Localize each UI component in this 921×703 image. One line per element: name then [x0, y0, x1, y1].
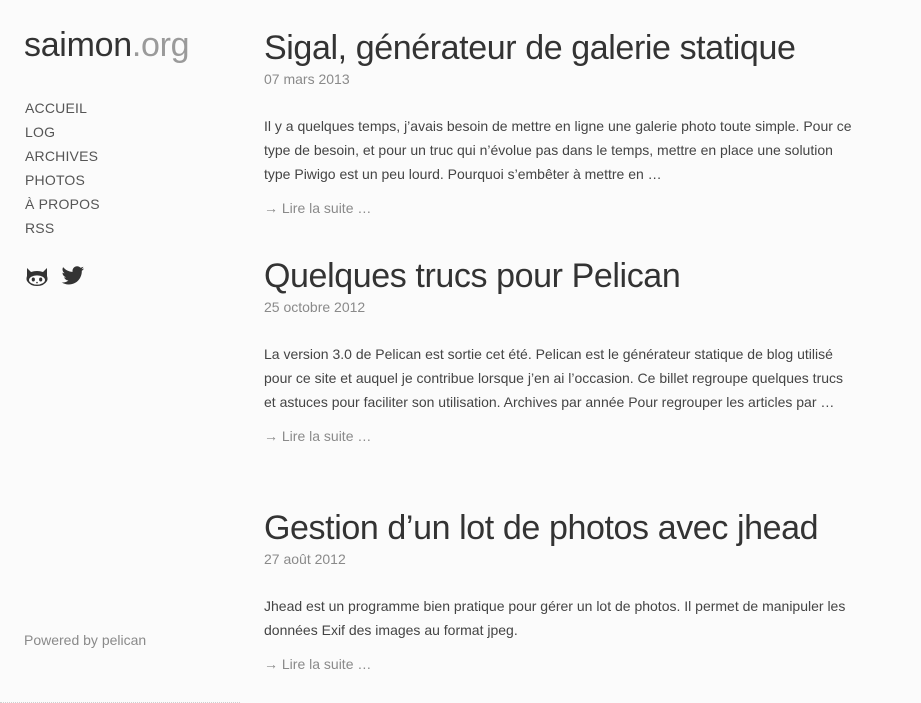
read-more-link[interactable]: → Lire la suite …: [264, 198, 904, 218]
article-title[interactable]: Sigal, générateur de galerie statique: [264, 28, 904, 68]
nav-item-log[interactable]: LOG: [25, 120, 100, 144]
powered-by-text: Powered by: [24, 632, 102, 648]
article-date: 07 mars 2013: [264, 71, 350, 87]
site-title-link[interactable]: saimon.org: [24, 26, 190, 64]
nav-item-rss[interactable]: RSS: [25, 216, 100, 240]
nav-item-archives[interactable]: ARCHIVES: [25, 144, 100, 168]
nav-item-accueil[interactable]: ACCUEIL: [25, 96, 100, 120]
github-icon[interactable]: [25, 265, 49, 287]
nav-item-photos[interactable]: PHOTOS: [25, 168, 100, 192]
site-tld: .org: [131, 26, 190, 64]
page: saimon.org ACCUEIL LOG ARCHIVES PHOTOS À…: [0, 0, 921, 703]
article-summary: Jhead est un programme bien pratique pou…: [264, 598, 846, 638]
article: Gestion d’un lot de photos avec jhead 27…: [264, 508, 904, 674]
pelican-link[interactable]: pelican: [102, 632, 146, 648]
twitter-icon[interactable]: [61, 265, 85, 287]
article-summary: La version 3.0 de Pelican est sortie cet…: [264, 346, 844, 410]
main-nav: ACCUEIL LOG ARCHIVES PHOTOS À PROPOS RSS: [25, 96, 100, 240]
article-title[interactable]: Gestion d’un lot de photos avec jhead: [264, 508, 904, 548]
powered-by: Powered by pelican: [24, 632, 146, 648]
article-date: 27 août 2012: [264, 551, 346, 567]
site-name: saimon: [24, 26, 132, 64]
article-date: 25 octobre 2012: [264, 299, 366, 315]
read-more-link[interactable]: → Lire la suite …: [264, 654, 904, 674]
article-summary: Il y a quelques temps, j’avais besoin de…: [264, 118, 852, 182]
social-links: [25, 265, 85, 287]
article: Quelques trucs pour Pelican 25 octobre 2…: [264, 256, 904, 446]
sidebar: saimon.org ACCUEIL LOG ARCHIVES PHOTOS À…: [0, 0, 240, 703]
nav-item-a-propos[interactable]: À PROPOS: [25, 192, 100, 216]
article-title[interactable]: Quelques trucs pour Pelican: [264, 256, 904, 296]
article: Sigal, générateur de galerie statique 07…: [264, 28, 904, 218]
read-more-link[interactable]: → Lire la suite …: [264, 426, 904, 446]
